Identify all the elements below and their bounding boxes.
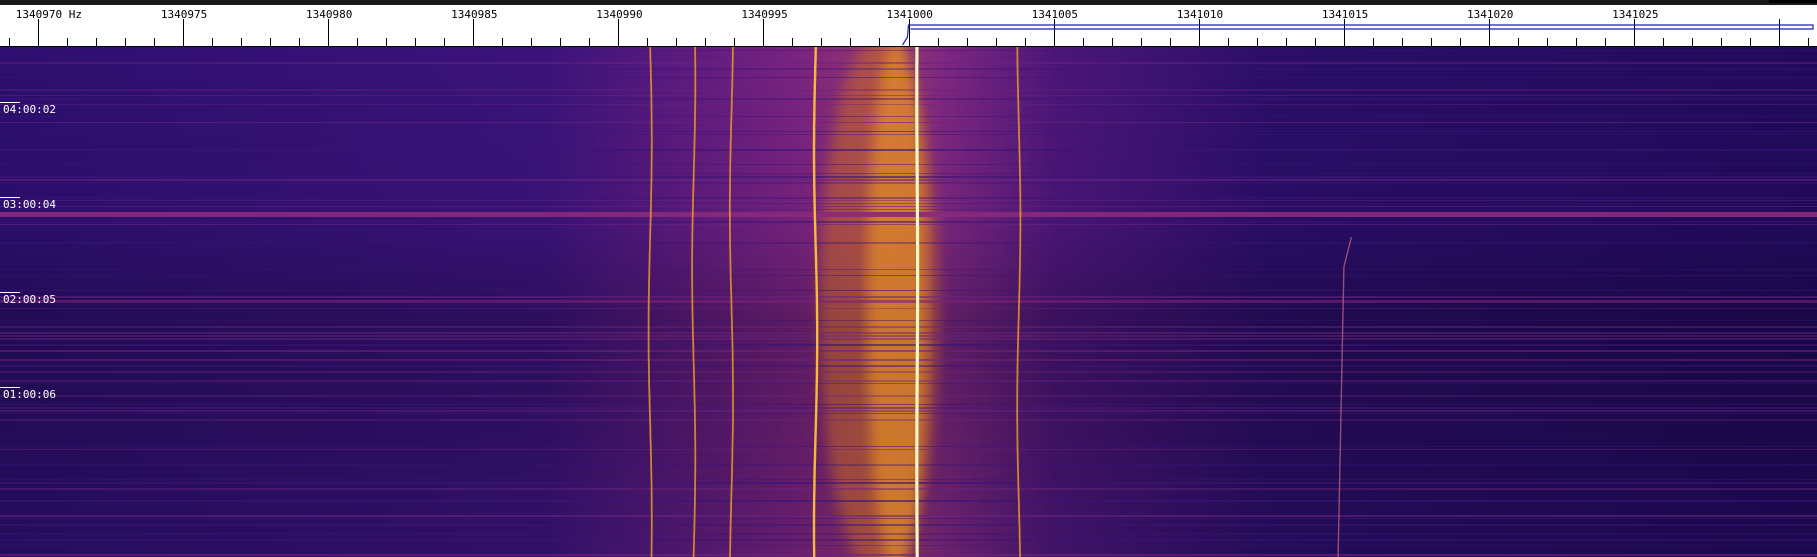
frequency-label: 1341020 (1467, 8, 1514, 21)
frequency-scale[interactable]: 1340970 Hz 1340975 1340980 1340985 1340990 13… (0, 5, 1817, 47)
interference-band (0, 212, 1817, 217)
noise-line (0, 122, 1817, 123)
frequency-label: 1341025 (1612, 8, 1659, 21)
noise-line (0, 344, 1817, 346)
noise-line (0, 371, 1817, 373)
noise-line (0, 488, 1817, 490)
tuning-marker[interactable] (901, 24, 1814, 46)
frequency-label: 1341000 (886, 8, 933, 21)
noise-line (0, 203, 1817, 204)
noise-line (0, 290, 1817, 291)
noise-line (0, 464, 1817, 466)
noise-line (0, 224, 1817, 225)
noise-line (0, 413, 1817, 414)
noise-line (0, 515, 1817, 517)
noise-line (0, 332, 1817, 334)
noise-line (0, 149, 1817, 151)
noise-line (0, 134, 1817, 135)
noise-line (0, 449, 1817, 450)
noise-line (0, 176, 1817, 178)
interference-band (0, 300, 1817, 303)
noise-line (0, 518, 1817, 519)
noise-line (0, 62, 1817, 64)
interference-band (0, 407, 1817, 409)
frequency-label: 1340990 (596, 8, 643, 21)
noise-line (0, 68, 1817, 70)
noise-line (0, 500, 1817, 502)
noise-line (0, 404, 1817, 405)
time-label: 03:00:04 (3, 198, 56, 211)
noise-line (0, 173, 1817, 174)
noise-line (0, 242, 1817, 244)
noise-line (0, 482, 1817, 484)
noise-line (0, 335, 1817, 337)
noise-line (0, 95, 1817, 96)
noise-line (0, 359, 1817, 361)
noise-line (0, 77, 1817, 78)
noise-line (0, 524, 1817, 526)
noise-line (0, 182, 1817, 184)
noise-line (0, 320, 1817, 321)
noise-line (0, 554, 1817, 556)
noise-line (0, 98, 1817, 100)
noise-line (0, 479, 1817, 480)
noise-line (0, 200, 1817, 201)
noise-line (0, 533, 1817, 535)
noise-line (0, 395, 1817, 397)
frequency-label: 1340970 Hz (15, 8, 82, 21)
noise-line (0, 206, 1817, 207)
time-label: 02:00:05 (3, 293, 56, 306)
noise-line (0, 350, 1817, 352)
noise-line (0, 221, 1817, 223)
noise-line (0, 275, 1817, 276)
noise-line (0, 209, 1817, 210)
frequency-label: 1340980 (305, 8, 353, 21)
noise-line (0, 89, 1817, 91)
noise-line (0, 296, 1817, 298)
time-label: 04:00:02 (3, 103, 56, 116)
noise-line (0, 104, 1817, 105)
noise-line (0, 308, 1817, 309)
noise-line (0, 197, 1817, 199)
time-label: 01:00:06 (3, 388, 56, 401)
noise-line (0, 365, 1817, 367)
spectrogram-app: 1340970 Hz 1340975 1340980 1340985 1340990 13… (0, 0, 1817, 557)
frequency-label: 1341015 (1321, 8, 1369, 21)
noise-line (0, 164, 1817, 165)
frequency-label: 1340975 (160, 8, 208, 21)
noise-line (0, 410, 1817, 412)
noise-line (0, 116, 1817, 117)
noise-line (0, 383, 1817, 384)
frequency-label: 1341005 (1031, 8, 1078, 21)
noise-line (0, 50, 1817, 51)
frequency-label: 1341010 (1176, 8, 1224, 21)
waterfall-image (0, 47, 1817, 557)
frequency-label: 1340985 (451, 8, 498, 21)
noise-line (0, 539, 1817, 541)
noise-line (0, 326, 1817, 328)
noise-line (0, 545, 1817, 546)
top-strip-end (1769, 0, 1817, 3)
noise-line (0, 338, 1817, 340)
waterfall-display[interactable]: 04:00:02 03:00:04 02:00:05 01:00:06 (0, 47, 1817, 557)
noise-line (0, 179, 1817, 181)
noise-line (0, 419, 1817, 421)
noise-line (0, 269, 1817, 270)
noise-line (0, 131, 1817, 132)
noise-line (0, 446, 1817, 447)
noise-line (0, 380, 1817, 382)
frequency-label: 1340995 (741, 8, 788, 21)
